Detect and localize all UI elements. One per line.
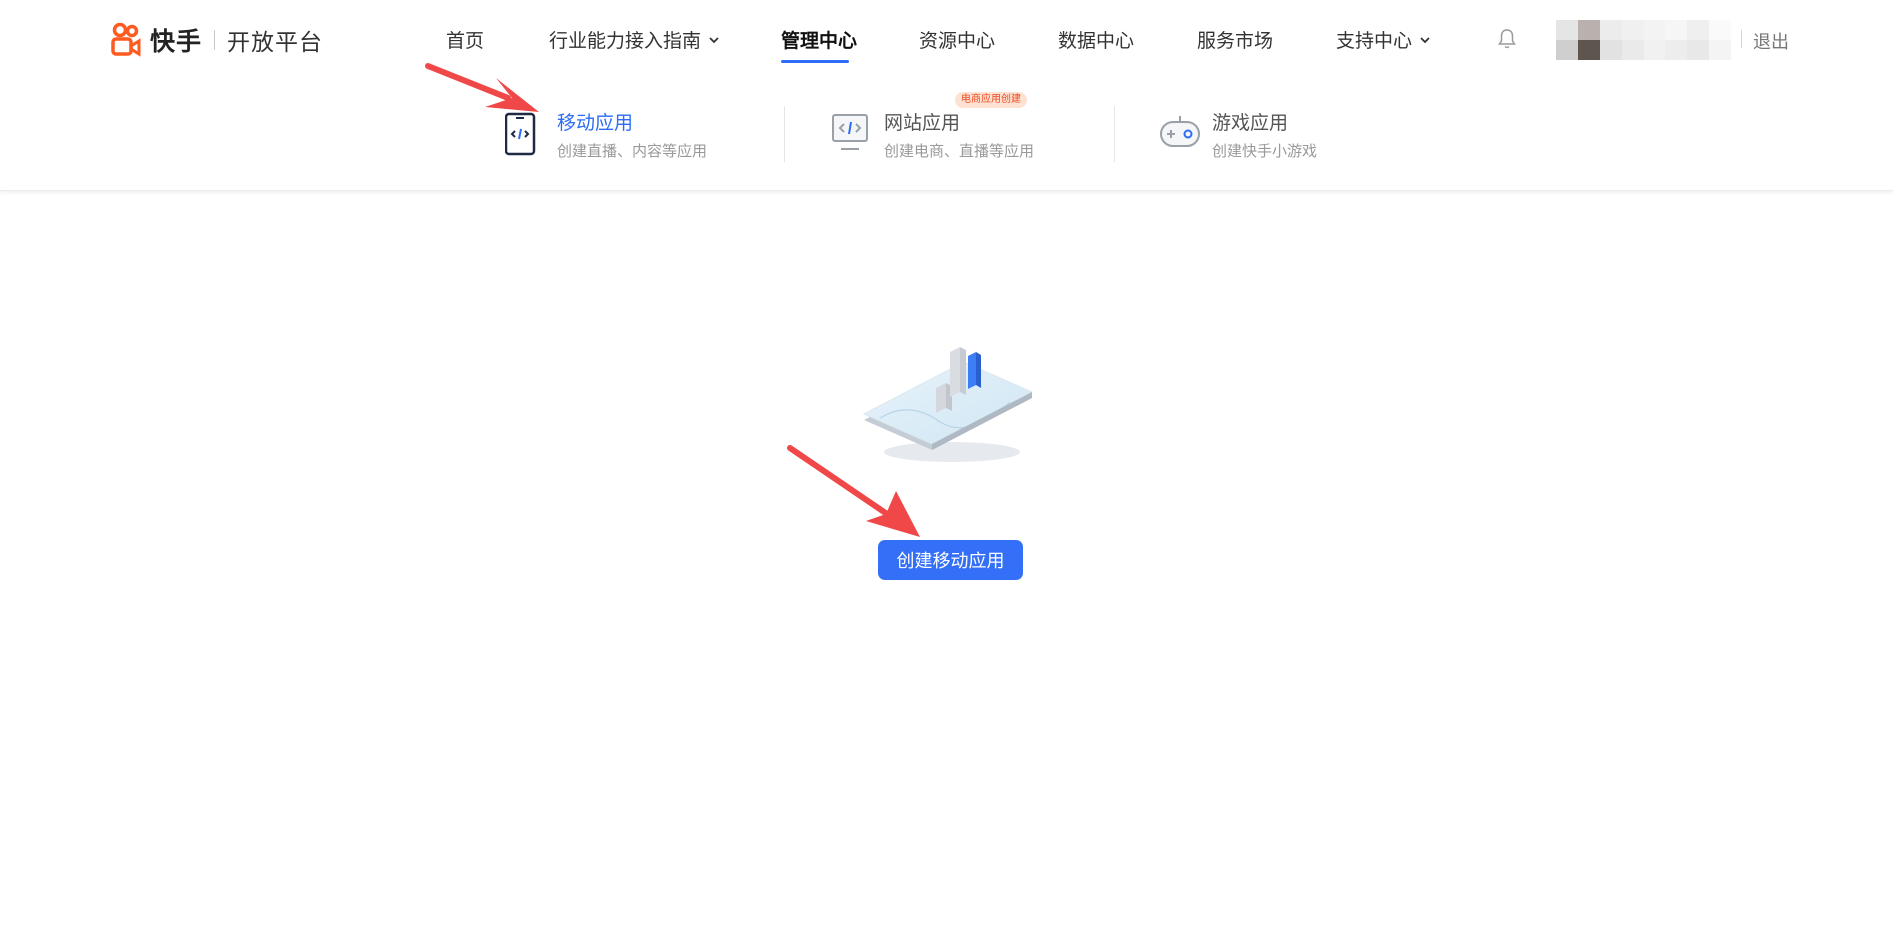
tab-mobile-app[interactable]: 移动应用 创建直播、内容等应用 xyxy=(505,100,725,170)
nav-management-center[interactable]: 管理中心 xyxy=(781,26,857,53)
nav-support-center[interactable]: 支持中心 xyxy=(1336,26,1432,53)
tab-game-app-desc: 创建快手小游戏 xyxy=(1212,142,1318,160)
nav-data-center-label: 数据中心 xyxy=(1058,30,1135,52)
monitor-code-icon xyxy=(832,114,868,150)
kuaishou-logo-icon xyxy=(111,22,141,57)
nav-resource-center-label: 资源中心 xyxy=(919,30,996,52)
tab-mobile-app-desc: 创建直播、内容等应用 xyxy=(557,142,708,160)
create-mobile-app-button[interactable]: 创建移动应用 xyxy=(878,540,1023,580)
nav-data-center[interactable]: 数据中心 xyxy=(1058,26,1134,53)
logo[interactable]: 快手 开放平台 xyxy=(110,20,323,60)
nav-service-market-label: 服务市场 xyxy=(1197,30,1274,52)
tab-website-app-desc: 创建电商、直播等应用 xyxy=(884,142,1035,160)
chevron-down-icon xyxy=(709,36,719,43)
tab-game-app-title: 游戏应用 xyxy=(1212,112,1289,134)
nav-management-center-label: 管理中心 xyxy=(781,30,858,52)
ecommerce-badge: 电商应用创建 xyxy=(955,92,1027,108)
nav-industry-guide[interactable]: 行业能力接入指南 xyxy=(549,26,721,53)
nav-service-market[interactable]: 服务市场 xyxy=(1197,26,1273,53)
top-header: 快手 开放平台 首页 行业能力接入指南 管理中心 资源中心 数据中心 服务市场 … xyxy=(0,0,1893,191)
logo-separator xyxy=(214,30,216,50)
empty-state-phone-illustration xyxy=(862,347,1034,462)
nav-support-center-label: 支持中心 xyxy=(1336,30,1413,52)
brand-name: 快手 xyxy=(150,27,203,56)
tab-game-app[interactable]: 游戏应用 创建快手小游戏 xyxy=(1160,100,1360,170)
logout-link[interactable]: 退出 xyxy=(1753,28,1789,54)
user-separator xyxy=(1741,30,1742,48)
tab-website-app-title: 网站应用 xyxy=(884,112,961,134)
nav-home-label: 首页 xyxy=(446,30,485,52)
tab-website-app[interactable]: 网站应用 创建电商、直播等应用 xyxy=(832,100,1052,170)
chevron-down-icon xyxy=(1420,36,1430,43)
active-nav-underline xyxy=(781,60,849,63)
nav-home[interactable]: 首页 xyxy=(446,26,484,53)
gamepad-icon xyxy=(1160,116,1200,147)
nav-resource-center[interactable]: 资源中心 xyxy=(919,26,995,53)
avatar[interactable] xyxy=(1556,20,1731,60)
nav-industry-guide-label: 行业能力接入指南 xyxy=(549,30,702,52)
bell-icon[interactable] xyxy=(1497,28,1517,50)
subtab-divider xyxy=(1114,106,1115,162)
tab-mobile-app-title: 移动应用 xyxy=(557,112,634,134)
subtab-divider xyxy=(784,106,785,162)
mobile-code-icon xyxy=(505,112,536,156)
brand-subtitle: 开放平台 xyxy=(227,30,324,56)
